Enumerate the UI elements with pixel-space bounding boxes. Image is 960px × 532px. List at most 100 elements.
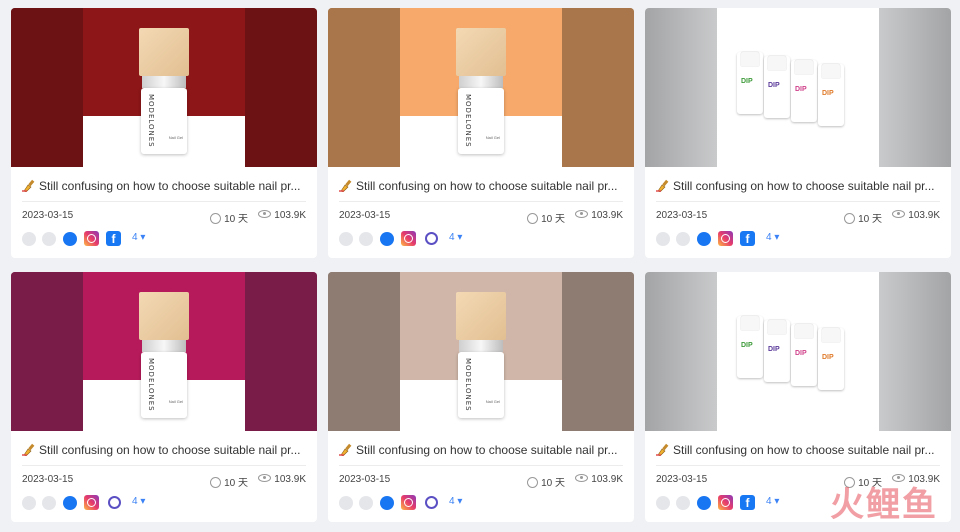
card-meta: 2023-03-15 10 天 103.9K <box>339 210 623 225</box>
content-card[interactable]: MODELONES Nail Gel Still confusing on how … <box>11 8 317 258</box>
instagram-icon <box>84 231 99 246</box>
thumbnail-blur-left <box>11 8 83 167</box>
facebook-icon: f <box>740 231 755 246</box>
clock-icon <box>844 213 856 224</box>
bottle-brand-text: MODELONES <box>464 94 472 148</box>
nail-polish-emoji-icon <box>22 179 37 193</box>
dip-label-text: DIP <box>795 86 807 93</box>
card-title[interactable]: Still confusing on how to choose suitabl… <box>22 179 312 193</box>
more-platforms-dropdown[interactable]: 4 ▾ <box>132 496 145 507</box>
instagram-icon <box>84 495 99 510</box>
thumbnail-blur-right <box>245 272 317 431</box>
card-thumbnail[interactable]: MODELONES Nail Gel <box>11 8 317 167</box>
thumbnail-blur-right <box>245 8 317 167</box>
messenger-icon <box>63 232 77 246</box>
thumbnail-blur-left <box>328 8 400 167</box>
content-card[interactable]: MODELONES Nail Gel Still confusing on how … <box>328 272 634 522</box>
android-icon <box>339 496 353 510</box>
product-image: MODELONES Nail Gel <box>400 8 562 167</box>
thumbnail-blur-left <box>645 272 717 431</box>
card-thumbnail[interactable]: DIP DIP DIP DIP <box>645 272 951 431</box>
card-divider <box>22 201 306 202</box>
card-title[interactable]: Still confusing on how to choose suitabl… <box>339 179 629 193</box>
card-thumbnail[interactable]: DIP DIP DIP DIP <box>645 8 951 167</box>
content-card[interactable]: MODELONES Nail Gel Still confusing on how … <box>11 272 317 522</box>
eye-icon <box>575 210 589 218</box>
duration-text: 10 天 <box>541 214 565 225</box>
thumbnail-blur-right <box>879 8 951 167</box>
card-divider <box>22 465 306 466</box>
card-title-text: Still confusing on how to choose suitabl… <box>39 443 301 457</box>
more-platforms-dropdown[interactable]: 4 ▾ <box>766 496 779 507</box>
publish-date: 2023-03-15 <box>339 210 391 221</box>
card-title-text: Still confusing on how to choose suitabl… <box>673 179 935 193</box>
apple-icon <box>42 496 56 510</box>
nail-polish-emoji-icon <box>656 443 671 457</box>
views: 103.9K <box>575 210 623 221</box>
duration: 10 天 <box>527 474 565 489</box>
bottle-brand-text: MODELONES <box>464 358 472 412</box>
dip-label-text: DIP <box>795 350 807 357</box>
card-title[interactable]: Still confusing on how to choose suitabl… <box>656 179 946 193</box>
content-card[interactable]: MODELONES Nail Gel Still confusing on how … <box>328 8 634 258</box>
bottle-label-text: Nail Gel <box>485 135 500 140</box>
apple-icon <box>42 232 56 246</box>
duration: 10 天 <box>210 474 248 489</box>
more-platforms-dropdown[interactable]: 4 ▾ <box>449 496 462 507</box>
messenger-icon <box>380 232 394 246</box>
card-thumbnail[interactable]: MODELONES Nail Gel <box>11 272 317 431</box>
nail-gel-bottle: MODELONES Nail Gel <box>139 292 189 418</box>
dip-label-text: DIP <box>822 90 834 97</box>
card-meta: 2023-03-15 10 天 103.9K <box>656 210 940 225</box>
thumbnail-blur-left <box>328 272 400 431</box>
card-title-text: Still confusing on how to choose suitabl… <box>39 179 301 193</box>
nail-polish-emoji-icon <box>339 179 354 193</box>
views-count: 103.9K <box>274 474 306 485</box>
card-meta: 2023-03-15 10 天 103.9K <box>339 474 623 489</box>
platform-icons: 4 ▾ <box>339 495 623 511</box>
card-thumbnail[interactable]: MODELONES Nail Gel <box>328 272 634 431</box>
content-grid: MODELONES Nail Gel Still confusing on how … <box>0 0 960 532</box>
instagram-icon <box>718 231 733 246</box>
card-title-text: Still confusing on how to choose suitabl… <box>673 443 935 457</box>
dip-label-text: DIP <box>768 82 780 89</box>
nail-gel-bottle: MODELONES Nail Gel <box>456 28 506 154</box>
dip-powder-bottles: DIP DIP DIP DIP <box>737 52 865 132</box>
audience-network-icon <box>423 495 438 510</box>
more-platforms-dropdown[interactable]: 4 ▾ <box>449 232 462 243</box>
clock-icon <box>527 477 539 488</box>
facebook-icon: f <box>740 495 755 510</box>
more-platforms-dropdown[interactable]: 4 ▾ <box>766 232 779 243</box>
card-title[interactable]: Still confusing on how to choose suitabl… <box>656 443 946 457</box>
product-image: MODELONES Nail Gel <box>83 8 245 167</box>
facebook-icon: f <box>106 231 121 246</box>
messenger-icon <box>697 496 711 510</box>
views: 103.9K <box>892 210 940 221</box>
card-title-text: Still confusing on how to choose suitabl… <box>356 443 618 457</box>
platform-icons: 4 ▾ <box>22 495 306 511</box>
content-card[interactable]: DIP DIP DIP DIP Still confusing on how to ch… <box>645 8 951 258</box>
messenger-icon <box>697 232 711 246</box>
eye-icon <box>258 210 272 218</box>
duration: 10 天 <box>210 210 248 225</box>
platform-icons: f 4 ▾ <box>656 231 940 247</box>
more-platforms-dropdown[interactable]: 4 ▾ <box>132 232 145 243</box>
eye-icon <box>892 210 906 218</box>
card-meta: 2023-03-15 10 天 103.9K <box>22 210 306 225</box>
card-title[interactable]: Still confusing on how to choose suitabl… <box>339 443 629 457</box>
duration: 10 天 <box>527 210 565 225</box>
android-icon <box>22 232 36 246</box>
thumbnail-blur-right <box>562 8 634 167</box>
dip-label-text: DIP <box>741 78 753 85</box>
eye-icon <box>258 474 272 482</box>
card-title[interactable]: Still confusing on how to choose suitabl… <box>22 443 312 457</box>
views: 103.9K <box>258 474 306 485</box>
publish-date: 2023-03-15 <box>656 210 708 221</box>
nail-gel-bottle: MODELONES Nail Gel <box>456 292 506 418</box>
apple-icon <box>676 232 690 246</box>
android-icon <box>339 232 353 246</box>
apple-icon <box>359 232 373 246</box>
card-thumbnail[interactable]: MODELONES Nail Gel <box>328 8 634 167</box>
duration-text: 10 天 <box>224 478 248 489</box>
card-meta: 2023-03-15 10 天 103.9K <box>22 474 306 489</box>
